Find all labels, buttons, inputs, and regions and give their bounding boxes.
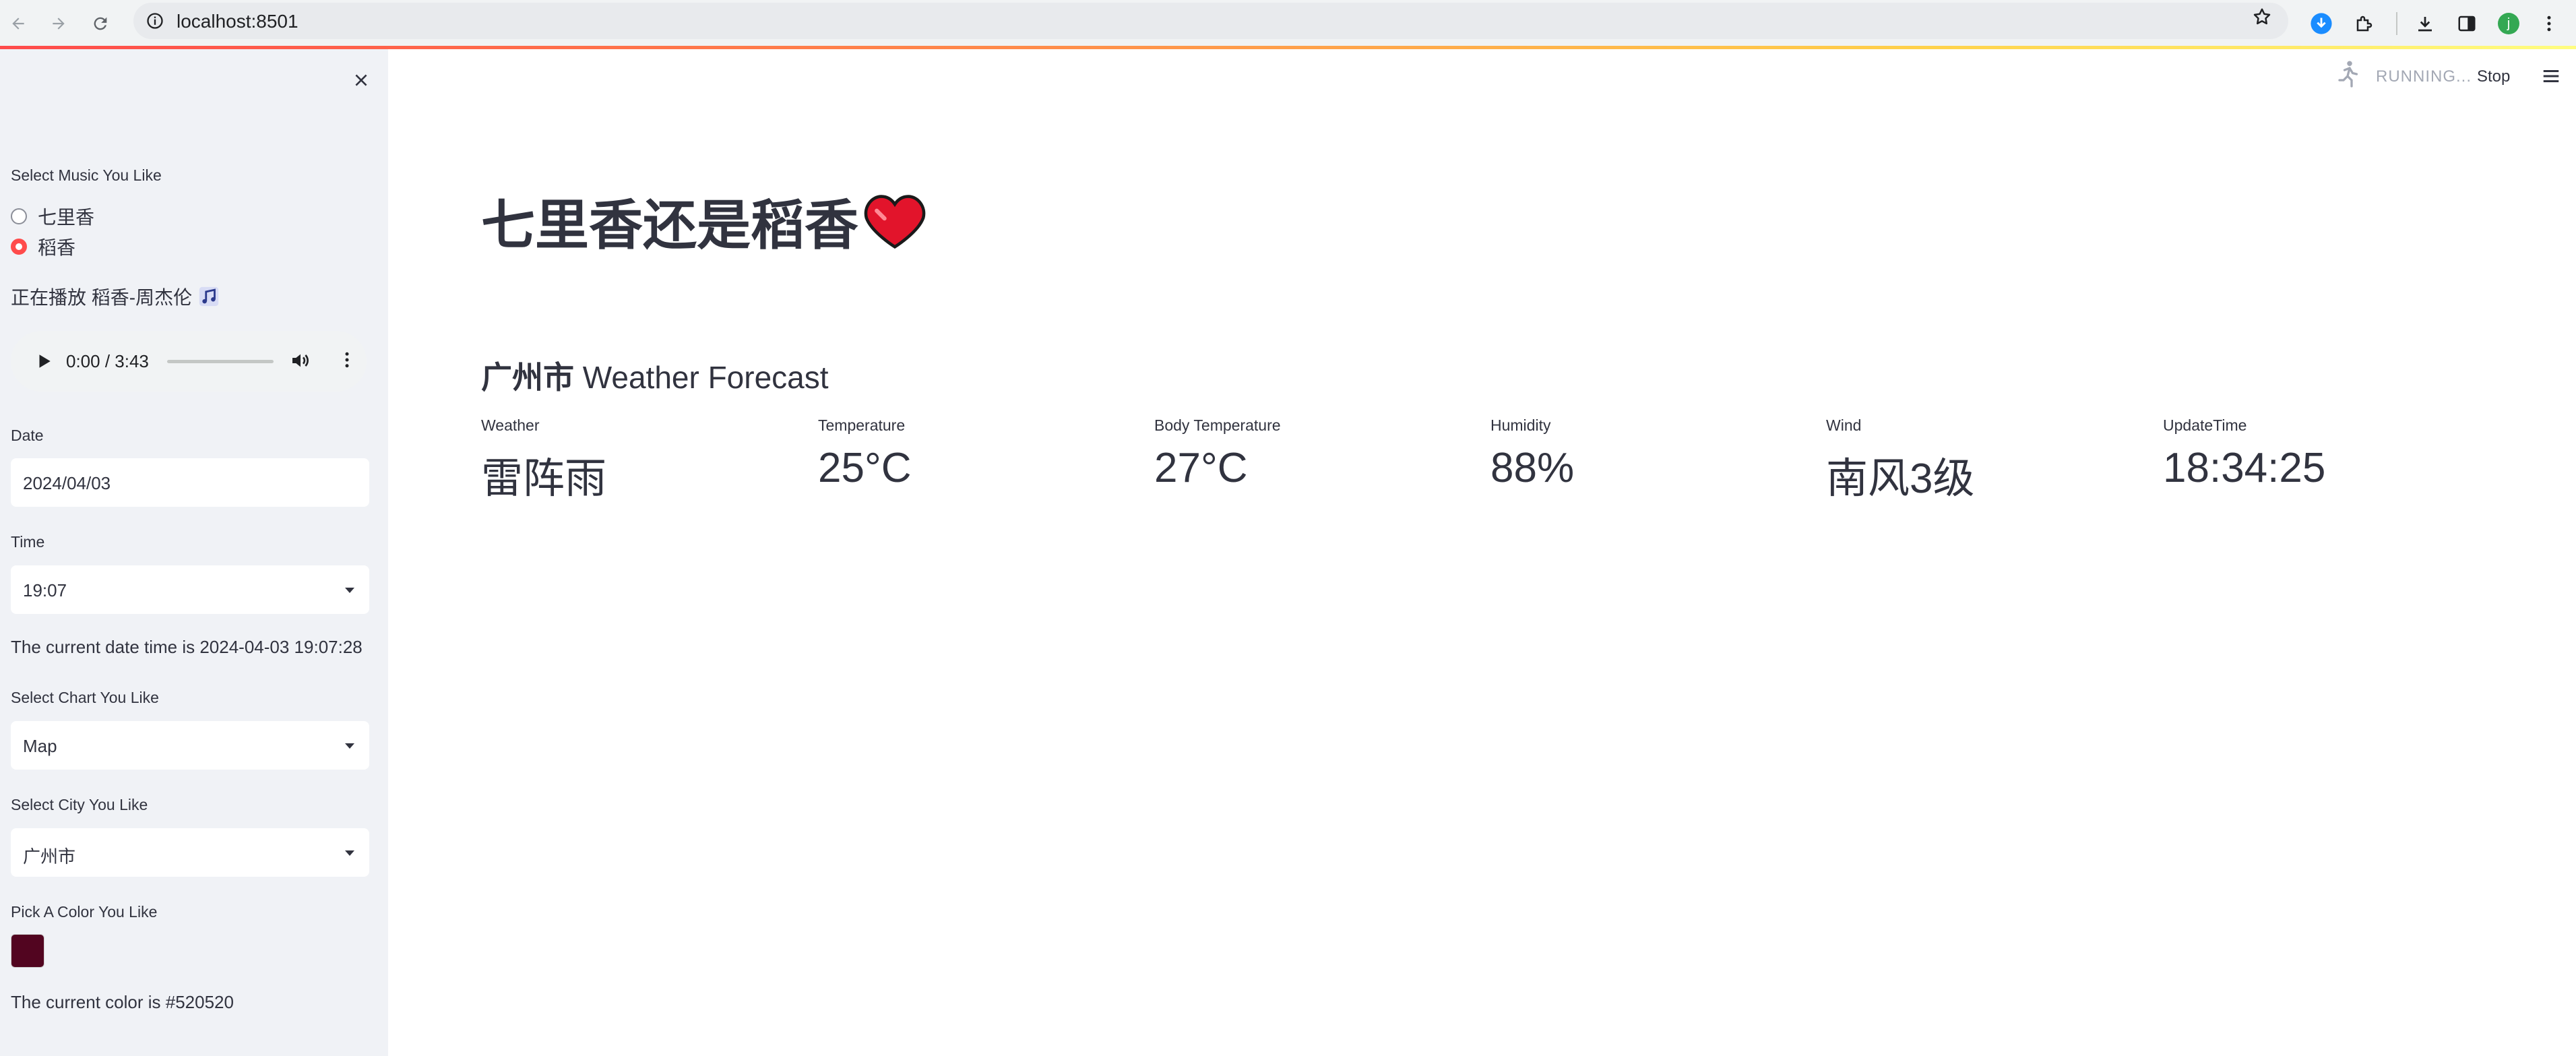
metric-value: 27°C [1154,445,1248,491]
forward-arrow-icon [53,18,65,30]
page-title-text: 七里香还是稻香 [481,195,858,255]
audio-more-button[interactable] [337,350,357,373]
music-note-icon [199,286,219,307]
audio-player: 0:00 / 3:43 [11,331,367,392]
reload-icon [94,17,107,30]
current-color-text: The current color is #520520 [11,992,234,1012]
chevron-down-icon [345,850,354,856]
audio-seek-slider[interactable] [167,360,274,363]
side-panel-icon[interactable] [2450,7,2484,40]
date-value: 2024/04/03 [23,473,111,493]
metric-label: Temperature [818,416,906,434]
forecast-heading-text: Weather Forecast [582,360,829,395]
metric-label: Humidity [1490,416,1551,434]
music-option-qilixiang[interactable]: 七里香 [11,203,94,230]
city-select-label: Select City You Like [11,796,148,813]
url-text: localhost:8501 [177,11,299,32]
hamburger-icon [2543,70,2559,82]
extensions-puzzle-icon[interactable] [2348,7,2381,40]
stop-button[interactable]: Stop [2477,67,2510,86]
time-value: 19:07 [23,580,67,600]
volume-button[interactable] [290,350,311,375]
date-label: Date [11,427,44,444]
metric-update-time: UpdateTime 18:34:25 [2163,416,2325,492]
forecast-heading: 广州市 Weather Forecast [481,353,829,398]
now-playing-label: 正在播放 稻香-周杰伦 [11,287,193,308]
running-man-icon [2335,59,2360,92]
reload-button[interactable] [84,7,117,40]
play-button[interactable] [35,352,53,374]
metric-body-temperature: Body Temperature 27°C [1154,416,1281,492]
music-option-daoxiang[interactable]: 稻香 [11,233,75,260]
profile-avatar[interactable]: j [2492,7,2525,40]
music-option-label: 稻香 [38,237,76,258]
heart-icon [864,195,926,249]
page-title: 七里香还是稻香 [481,182,926,260]
city-value: 广州市 [23,846,76,867]
downloads-icon[interactable] [2408,7,2442,40]
metric-value: 雷阵雨 [481,456,607,502]
now-playing-text: 正在播放 稻香-周杰伦 [11,283,220,310]
date-input[interactable]: 2024/04/03 [11,458,369,507]
forecast-city: 广州市 [481,360,574,395]
metric-value: 88% [1490,445,1575,491]
city-select[interactable]: 广州市 [11,828,369,877]
audio-time: 0:00 / 3:43 [66,351,149,371]
metric-value: 25°C [818,445,912,491]
metric-value: 南风3级 [1826,456,1975,502]
music-select-label: Select Music You Like [11,166,162,184]
music-option-label: 七里香 [38,207,95,228]
time-label: Time [11,533,45,551]
metric-wind: Wind 南风3级 [1826,416,1974,505]
metric-label: Weather [481,416,540,434]
chart-select-label: Select Chart You Like [11,689,159,706]
metric-temperature: Temperature 25°C [818,416,912,492]
toolbar-divider [2396,12,2397,35]
play-icon [39,354,51,368]
bookmark-star-icon[interactable] [2252,7,2272,33]
chart-value: Map [23,736,57,756]
download-extension-icon[interactable] [2304,7,2338,40]
profile-initial: j [2498,13,2519,34]
chart-select[interactable]: Map [11,721,369,770]
site-info-icon[interactable] [143,9,167,33]
radio-button[interactable] [11,208,27,224]
address-bar[interactable]: localhost:8501 [133,3,2288,39]
color-picker-label: Pick A Color You Like [11,903,158,921]
metric-weather: Weather 雷阵雨 [481,416,606,505]
forward-button[interactable] [42,7,75,40]
radio-button-selected[interactable] [11,239,27,255]
metric-humidity: Humidity 88% [1490,416,1574,492]
metric-label: Wind [1826,416,1862,434]
time-select[interactable]: 19:07 [11,565,369,614]
browser-toolbar: localhost:8501 j [0,0,2576,47]
color-picker-swatch[interactable] [11,934,44,968]
volume-icon [292,354,309,367]
more-vertical-icon [345,352,349,368]
main-menu-button[interactable] [2540,66,2562,90]
back-button[interactable] [1,7,35,40]
metric-label: UpdateTime [2163,416,2247,434]
back-arrow-icon [12,18,24,30]
sidebar: Select Music You Like 七里香 稻香 正在播放 稻香-周杰伦… [0,49,388,1056]
browser-menu-icon[interactable] [2532,7,2566,40]
metric-value: 18:34:25 [2163,445,2326,491]
running-status: RUNNING... [2376,67,2472,86]
close-icon [355,74,367,86]
datetime-text: The current date time is 2024-04-03 19:0… [11,637,363,657]
metric-label: Body Temperature [1154,416,1281,434]
chevron-down-icon [345,743,354,749]
sidebar-close-button[interactable] [348,67,375,94]
chevron-down-icon [345,588,354,593]
